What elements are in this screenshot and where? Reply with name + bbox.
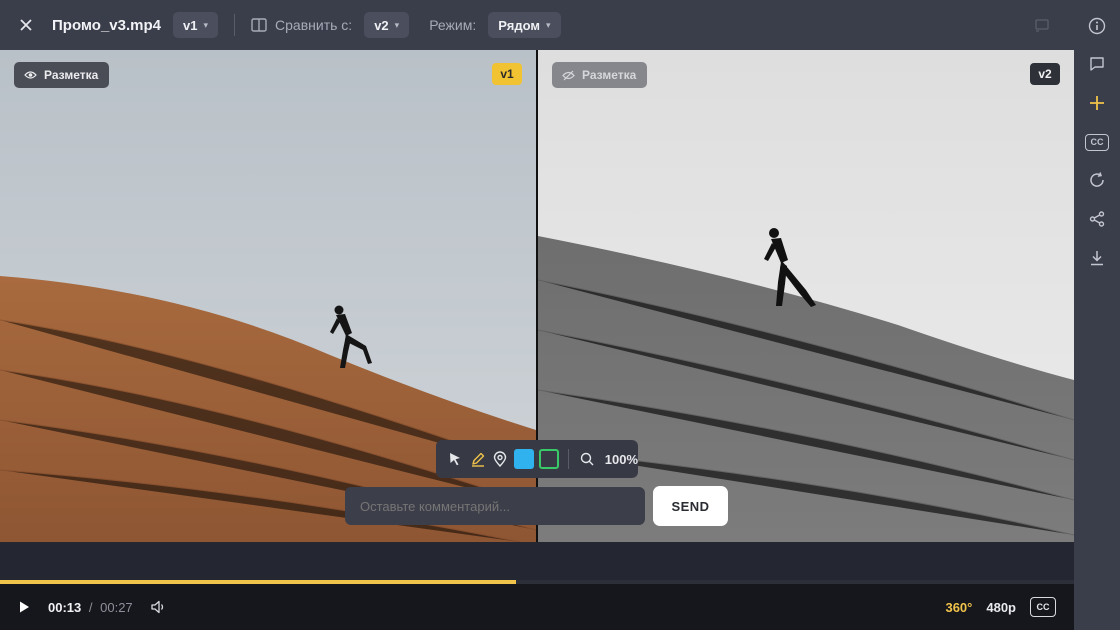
compare-value: v2: [374, 17, 389, 33]
top-bar: Промо_v3.mp4 v1 ▾ Сравнить с: v2 ▾ Режим…: [0, 0, 1074, 50]
color-swatch-green[interactable]: [539, 449, 559, 469]
refresh-button[interactable]: [1074, 168, 1120, 192]
volume-button[interactable]: [151, 600, 167, 614]
right-sidebar: CC: [1074, 0, 1120, 630]
pencil-tool[interactable]: [469, 450, 487, 468]
plus-icon: [1090, 96, 1104, 110]
pin-icon: [494, 451, 507, 467]
cast-icon[interactable]: [1034, 17, 1050, 38]
pencil-icon: [471, 452, 484, 467]
cc-icon: CC: [1085, 133, 1109, 151]
cursor-tool[interactable]: [446, 450, 464, 468]
compare-dropdown[interactable]: v2 ▾: [364, 12, 410, 38]
compare-icon: [251, 18, 267, 32]
chevron-down-icon: ▾: [394, 19, 400, 30]
chevron-down-icon: ▾: [545, 19, 551, 30]
file-title: Промо_v3.mp4: [52, 16, 162, 34]
time-separator: /: [88, 599, 93, 615]
share-button[interactable]: [1074, 207, 1120, 231]
markup-toggle-v1[interactable]: Разметка: [14, 62, 110, 88]
timeline-strip[interactable]: [0, 542, 1074, 580]
app-window: Промо_v3.mp4 v1 ▾ Сравнить с: v2 ▾ Режим…: [0, 0, 1120, 630]
duration: 00:27: [100, 599, 133, 615]
markup-label: Разметка: [44, 68, 99, 82]
send-button[interactable]: SEND: [653, 486, 728, 526]
video-viewer: Разметка v1 Разметка v2 100% Оставьте ко…: [0, 50, 1074, 542]
version-dropdown[interactable]: v1 ▾: [173, 12, 219, 38]
version-value: v1: [183, 17, 198, 33]
play-button[interactable]: [0, 601, 48, 613]
info-icon: [1088, 17, 1106, 35]
eye-icon: [24, 71, 37, 79]
info-button[interactable]: [1074, 14, 1120, 38]
chevron-down-icon: ▾: [203, 19, 209, 30]
vr-360-button[interactable]: 360°: [945, 600, 972, 615]
mode-label: Режим:: [429, 17, 477, 33]
markup-label: Разметка: [582, 68, 637, 82]
comment-icon: [1090, 57, 1104, 71]
close-button[interactable]: [0, 0, 52, 50]
pin-tool[interactable]: [492, 450, 510, 468]
close-icon: [20, 19, 32, 31]
play-icon: [19, 601, 29, 613]
download-button[interactable]: [1074, 246, 1120, 270]
color-swatch-blue[interactable]: [514, 449, 535, 469]
download-icon: [1091, 251, 1103, 266]
mode-dropdown[interactable]: Рядом ▾: [488, 12, 561, 38]
compare-label: Сравнить с:: [275, 17, 353, 33]
subtitles-button[interactable]: CC: [1074, 130, 1120, 154]
share-icon: [1089, 211, 1105, 227]
resolution-button[interactable]: 480p: [986, 600, 1016, 615]
add-button[interactable]: [1074, 91, 1120, 115]
cursor-icon: [449, 453, 460, 466]
time-display: 00:13 / 00:27: [48, 600, 133, 615]
zoom-level: 100%: [604, 451, 638, 467]
player-right-controls: 360° 480p CC: [945, 584, 1056, 630]
search-icon: [580, 452, 594, 466]
comments-button[interactable]: [1074, 52, 1120, 76]
captions-button[interactable]: CC: [1030, 597, 1056, 617]
comment-input[interactable]: [345, 487, 645, 525]
player-controls: 00:13 / 00:27 360° 480p CC: [0, 584, 1074, 630]
current-time: 00:13: [48, 599, 82, 615]
mode-value: Рядом: [498, 17, 540, 33]
version-badge-v1: v1: [492, 63, 522, 85]
volume-icon: [151, 600, 163, 614]
markup-toggle-v2[interactable]: Разметка: [552, 62, 648, 88]
divider: [234, 14, 236, 36]
refresh-icon: [1090, 172, 1104, 187]
toolbar-divider: [567, 449, 569, 469]
zoom-button[interactable]: [578, 450, 596, 468]
version-badge-v2: v2: [1030, 63, 1060, 85]
annotation-toolbar: 100%: [436, 440, 638, 478]
eye-off-icon: [562, 70, 575, 80]
